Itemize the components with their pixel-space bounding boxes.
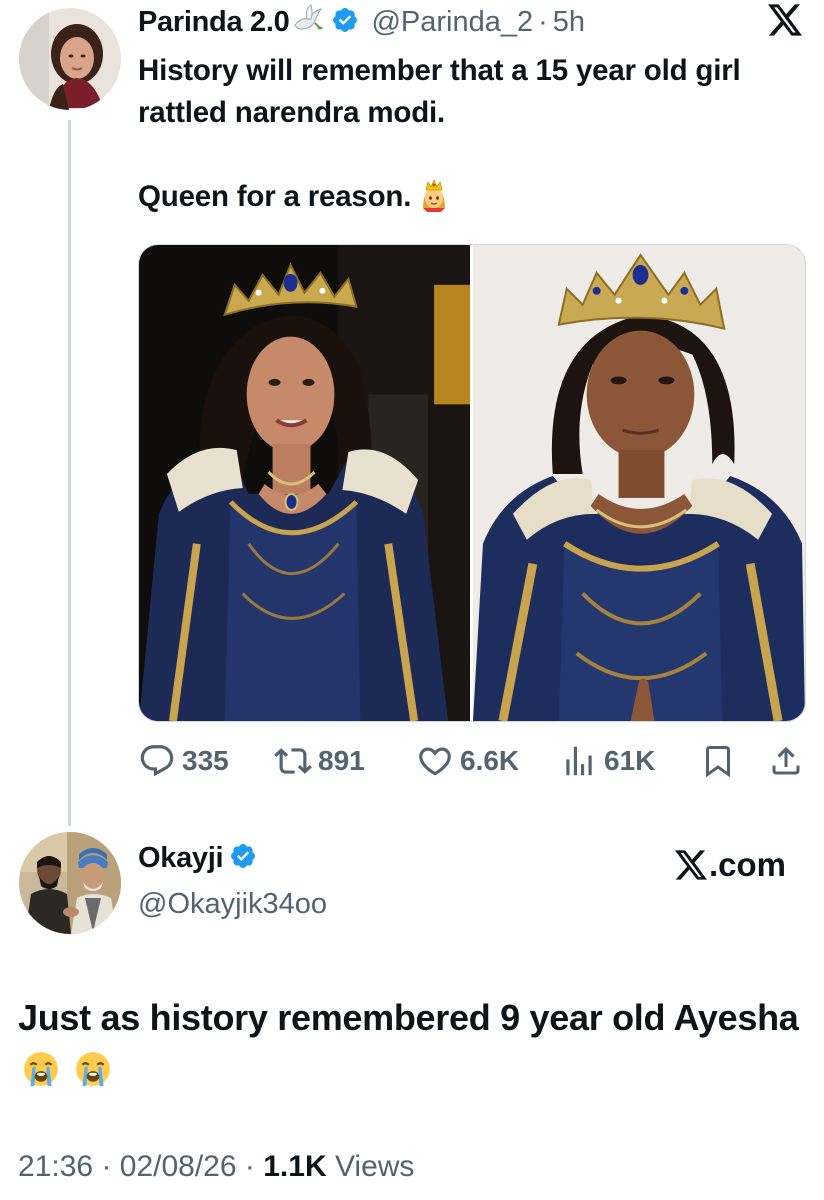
thread-connector-line xyxy=(68,120,71,826)
tweet1-time[interactable]: 5h xyxy=(553,6,585,39)
tweet2-handle[interactable]: @Okayjik34oo xyxy=(138,888,327,921)
photo-crowned-girl[interactable] xyxy=(472,245,805,721)
bookmark-button[interactable] xyxy=(700,742,742,780)
tweet2-time[interactable]: 21:36 xyxy=(18,1150,93,1183)
tweet1-text-line1: History will remember that a 15 year old… xyxy=(138,54,741,129)
tweet2-views-count[interactable]: 1.1K xyxy=(263,1150,326,1183)
repost-icon xyxy=(274,748,312,774)
verified-badge-icon xyxy=(229,842,257,875)
tweet2-text-content: Just as history remembered 9 year old Ay… xyxy=(18,997,799,1038)
tweet1-text-line2: Queen for a reason. xyxy=(138,176,818,224)
share-button[interactable] xyxy=(768,742,810,780)
tweet2-views-label: Views xyxy=(334,1150,415,1183)
x-com-watermark: .com xyxy=(674,846,786,884)
tweet1-text: History will remember that a 15 year old… xyxy=(138,50,818,224)
heart-icon xyxy=(419,747,451,776)
bookmark-icon xyxy=(706,746,730,778)
separator-dot: · xyxy=(101,1150,112,1183)
x-com-label: .com xyxy=(708,846,786,883)
repost-button[interactable]: 891 xyxy=(274,742,365,780)
tweet2-meta: 21:36 · 02/08/26 · 1.1K Views xyxy=(18,1150,414,1184)
separator-dot: · xyxy=(538,5,548,38)
dove-icon xyxy=(291,3,325,42)
reply-button[interactable]: 335 xyxy=(138,742,229,780)
tweet2-text: Just as history remembered 9 year old Ay… xyxy=(18,992,808,1102)
loudly-crying-face-emoji-icon xyxy=(22,1050,60,1102)
avatar-parinda[interactable] xyxy=(19,8,121,110)
like-button[interactable]: 6.6K xyxy=(416,742,519,780)
like-count: 6.6K xyxy=(460,745,520,776)
tweet2-display-name[interactable]: Okayji xyxy=(138,842,224,875)
tweet1-display-name[interactable]: Parinda 2.0 xyxy=(138,6,290,39)
princess-emoji-icon xyxy=(417,178,451,224)
tweet1-header: Parinda 2.0 @Parinda_2 · 5h xyxy=(138,2,585,42)
share-icon xyxy=(772,746,800,775)
tweet2-date[interactable]: 02/08/26 xyxy=(120,1150,237,1183)
separator-dot: · xyxy=(244,1150,255,1183)
loudly-crying-face-emoji-icon xyxy=(74,1050,112,1102)
photo-crowned-woman[interactable] xyxy=(139,245,470,721)
reply-count: 335 xyxy=(182,745,229,776)
avatar-okayji[interactable] xyxy=(19,832,121,934)
repost-count: 891 xyxy=(318,745,365,776)
views-count: 61K xyxy=(604,745,656,776)
views-button[interactable]: 61K xyxy=(560,742,655,780)
tweet1-action-bar: 335 891 6.6K 61K xyxy=(138,742,806,782)
x-logo-icon xyxy=(768,4,802,41)
tweet1-handle[interactable]: @Parinda_2 xyxy=(371,6,533,39)
x-logo-icon xyxy=(674,850,707,880)
tweet1-media[interactable] xyxy=(138,244,806,722)
verified-badge-icon xyxy=(331,6,359,39)
analytics-icon xyxy=(566,746,592,776)
tweet1-text-line2-content: Queen for a reason. xyxy=(138,180,412,213)
reply-icon xyxy=(140,745,174,777)
tweet2-header: Okayji xyxy=(138,842,269,875)
